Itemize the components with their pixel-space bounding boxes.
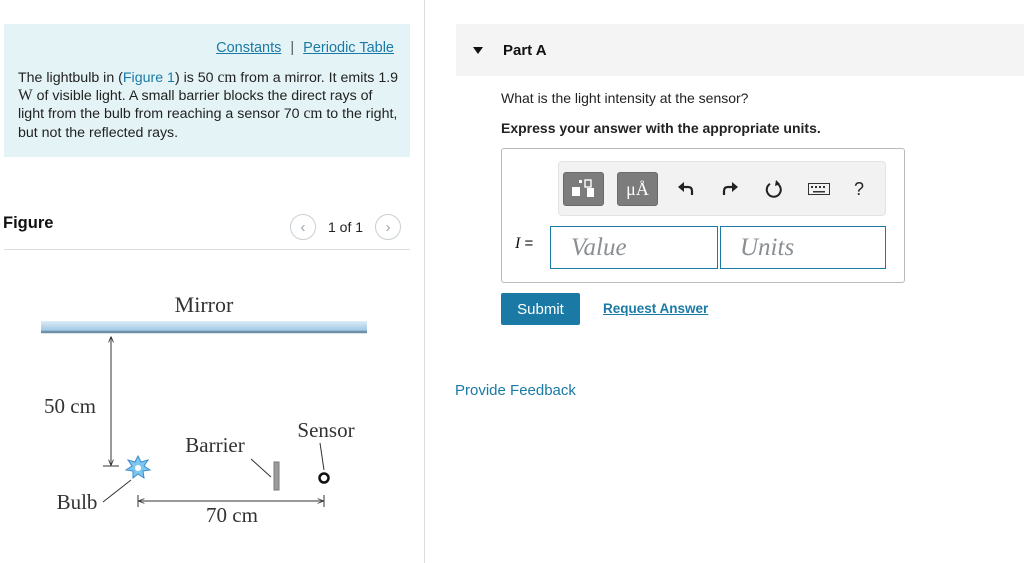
unit-cm: cm	[303, 105, 323, 123]
distance-70cm-label: 70 cm	[206, 503, 258, 527]
divider	[4, 249, 410, 250]
bulb-label: Bulb	[57, 490, 98, 514]
submit-button[interactable]: Submit	[501, 293, 580, 325]
link-separator: |	[290, 40, 295, 56]
answer-variable-label: I =	[515, 235, 533, 253]
bulb-center	[135, 465, 141, 471]
keyboard-icon[interactable]	[803, 175, 835, 203]
question-text: What is the light intensity at the senso…	[501, 90, 749, 106]
figure-link[interactable]: Figure 1	[123, 70, 175, 86]
problem-pane: Constants | Periodic Table The lightbulb i…	[0, 0, 425, 563]
constants-link[interactable]: Constants	[216, 40, 281, 56]
reset-glyph	[765, 180, 782, 198]
distance-50cm-label: 50 cm	[44, 394, 96, 418]
value-input[interactable]	[550, 226, 718, 269]
figure-title: Figure	[3, 214, 54, 232]
unit-w: W	[18, 87, 33, 105]
redo-glyph	[722, 182, 738, 195]
redo-icon[interactable]	[716, 175, 744, 203]
problem-statement-box: Constants | Periodic Table The lightbulb i…	[4, 24, 410, 157]
undo-icon[interactable]	[672, 175, 700, 203]
request-answer-link[interactable]: Request Answer	[603, 301, 708, 316]
answer-pane: Part A What is the light intensity at th…	[426, 0, 1024, 563]
problem-text-part: ) is 50	[174, 70, 218, 86]
part-header[interactable]: Part A	[456, 24, 1024, 76]
barrier-leader-line	[250, 458, 272, 478]
figure-pager: ‹ 1 of 1 ›	[290, 214, 402, 240]
equals-sign: =	[524, 235, 534, 252]
figure-diagram: Mirror 50 cm Bulb Barrier Sensor 70 cm	[41, 292, 367, 527]
sensor-icon	[318, 472, 330, 484]
chevron-left-icon[interactable]: ‹	[290, 214, 316, 240]
units-input[interactable]	[720, 226, 886, 269]
periodic-table-link[interactable]: Periodic Table	[303, 40, 394, 56]
mirror	[41, 321, 367, 331]
answer-box: μÅ ? I = Value Units	[501, 148, 905, 283]
instruction-text: Express your answer with the appropriate…	[501, 120, 821, 136]
undo-glyph	[678, 182, 694, 195]
part-title: Part A	[503, 42, 547, 59]
barrier-label: Barrier	[185, 433, 244, 457]
reset-icon[interactable]	[760, 175, 788, 203]
figure-counter: 1 of 1	[328, 219, 364, 235]
keyboard-glyph	[808, 183, 830, 195]
templates-icon[interactable]	[563, 172, 604, 206]
units-button[interactable]: μÅ	[617, 172, 658, 206]
help-button[interactable]: ?	[845, 175, 873, 203]
mirror-label: Mirror	[175, 292, 234, 317]
sensor-label: Sensor	[297, 418, 354, 442]
problem-text-part: from a mirror. It emits 1.9	[236, 70, 399, 86]
problem-text-part: The lightbulb in (	[18, 70, 123, 86]
sensor-leader-line	[319, 442, 325, 471]
variable-symbol: I	[515, 235, 521, 252]
chevron-right-icon[interactable]: ›	[375, 214, 402, 240]
bulb-leader-line	[102, 479, 132, 503]
problem-text: The lightbulb in (Figure 1) is 50 cm fro…	[18, 69, 402, 142]
reference-links: Constants | Periodic Table	[216, 40, 394, 56]
math-toolbar: μÅ ?	[558, 161, 886, 216]
barrier	[273, 461, 280, 491]
templates-glyph	[571, 179, 594, 197]
unit-cm: cm	[217, 69, 237, 86]
provide-feedback-link[interactable]: Provide Feedback	[455, 382, 576, 399]
collapse-caret-icon[interactable]	[473, 47, 483, 54]
